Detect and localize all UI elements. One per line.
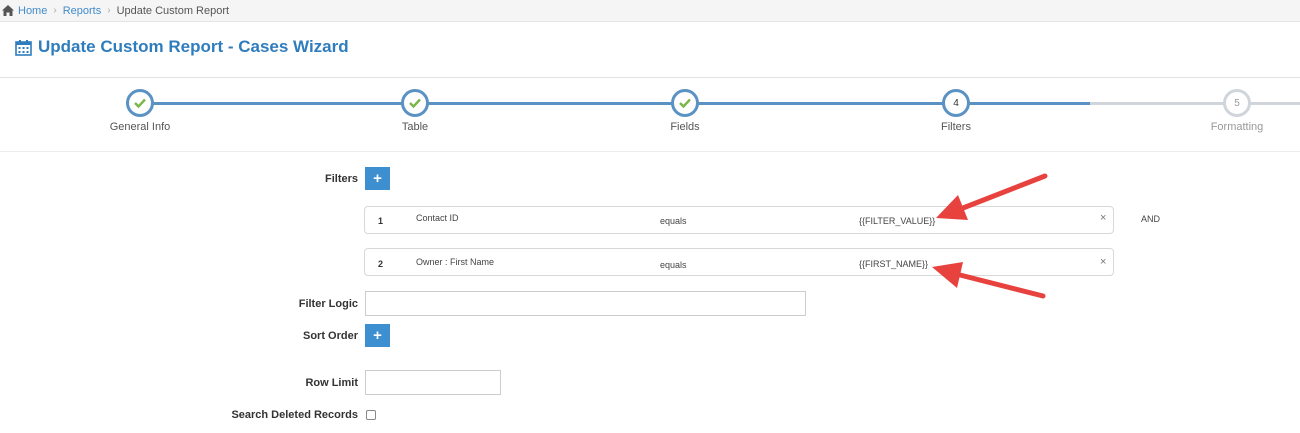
breadcrumb-separator: ›: [107, 5, 111, 16]
wizard-step-fields[interactable]: Fields: [615, 85, 755, 133]
check-icon: [679, 98, 691, 108]
home-icon: [2, 5, 14, 16]
filter-value[interactable]: {{FIRST_NAME}}: [859, 259, 928, 269]
add-sort-order-button[interactable]: +: [365, 324, 390, 347]
title-divider: [0, 77, 1300, 78]
filter-row[interactable]: 1 Contact ID equals {{FILTER_VALUE}} ×: [364, 206, 1114, 234]
step-label: Fields: [670, 121, 700, 133]
check-icon: [409, 98, 421, 108]
add-filter-button[interactable]: +: [365, 167, 390, 190]
filter-number: 1: [378, 216, 384, 226]
breadcrumb-home-link[interactable]: Home: [18, 5, 47, 17]
wizard-steps: General Info Table Fields 4 Filters 5 Fo…: [0, 85, 1300, 145]
wizard-step-general-info[interactable]: General Info: [70, 85, 210, 133]
breadcrumb: Home › Reports › Update Custom Report: [0, 0, 1300, 22]
filter-field[interactable]: Contact ID: [416, 213, 459, 223]
filter-logic-input[interactable]: [365, 291, 806, 316]
filter-logic-label: Filter Logic: [298, 298, 358, 310]
filters-label: Filters: [324, 173, 358, 185]
step-label: Table: [401, 121, 429, 133]
calendar-icon: [15, 39, 32, 56]
filter-row[interactable]: 2 Owner : First Name equals {{FIRST_NAME…: [364, 248, 1114, 276]
step-label: Filters: [941, 121, 971, 133]
breadcrumb-separator: ›: [53, 5, 57, 16]
steps-divider: [0, 151, 1300, 152]
filter-value[interactable]: {{FILTER_VALUE}}: [859, 216, 935, 226]
step-circle: 5: [1223, 89, 1251, 117]
breadcrumb-reports-link[interactable]: Reports: [63, 5, 102, 17]
step-circle: 4: [942, 89, 970, 117]
filter-field[interactable]: Owner : First Name: [416, 257, 494, 267]
wizard-step-filters[interactable]: 4 Filters: [886, 85, 1026, 133]
row-limit-input[interactable]: [365, 370, 501, 395]
step-circle: [126, 89, 154, 117]
check-icon: [134, 98, 146, 108]
breadcrumb-current: Update Custom Report: [116, 4, 230, 17]
search-deleted-label: Search Deleted Records: [231, 409, 358, 421]
step-label: Formatting: [1210, 121, 1264, 133]
filter-operator[interactable]: equals: [660, 216, 687, 226]
row-limit-label: Row Limit: [305, 377, 358, 389]
sort-order-label: Sort Order: [302, 330, 358, 342]
page-title: Update Custom Report - Cases Wizard: [38, 37, 349, 56]
remove-filter-button[interactable]: ×: [1100, 256, 1106, 268]
filter-number: 2: [378, 259, 384, 269]
page-header: Update Custom Report - Cases Wizard: [15, 37, 349, 57]
search-deleted-checkbox[interactable]: [366, 410, 376, 420]
remove-filter-button[interactable]: ×: [1100, 212, 1106, 224]
wizard-step-formatting[interactable]: 5 Formatting: [1167, 85, 1300, 133]
wizard-step-table[interactable]: Table: [345, 85, 485, 133]
filter-conjunction-label: AND: [1141, 214, 1161, 224]
step-circle: [671, 89, 699, 117]
filter-operator[interactable]: equals: [660, 260, 687, 270]
step-circle: [401, 89, 429, 117]
step-label: General Info: [109, 121, 171, 133]
